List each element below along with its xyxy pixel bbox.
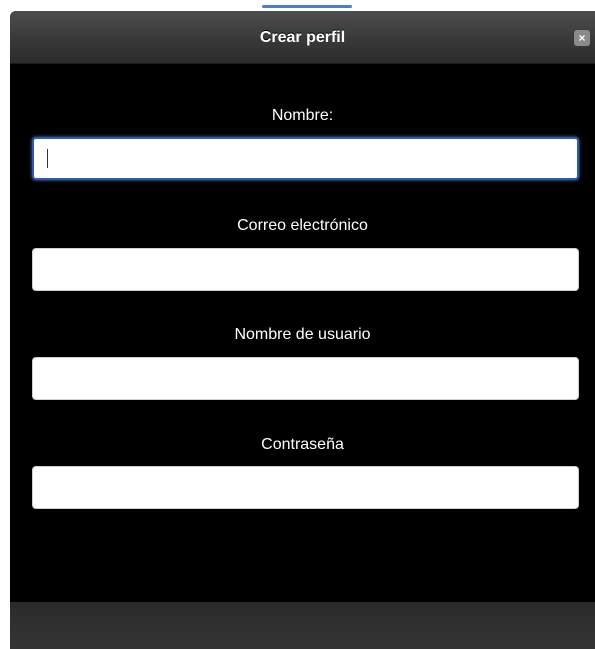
email-input[interactable] bbox=[32, 248, 579, 291]
username-input[interactable] bbox=[32, 357, 579, 400]
username-label: Nombre de usuario bbox=[234, 326, 371, 343]
create-profile-dialog: Crear perfil × Nombre: Correo electrónic… bbox=[10, 11, 595, 649]
name-input[interactable] bbox=[32, 137, 579, 180]
dialog-titlebar: Crear perfil × bbox=[10, 11, 595, 64]
email-label: Correo electrónico bbox=[237, 217, 368, 234]
password-label: Contraseña bbox=[261, 436, 344, 453]
close-icon[interactable]: × bbox=[574, 30, 590, 46]
dialog-title: Crear perfil bbox=[259, 29, 346, 46]
window-accent-bar bbox=[262, 5, 352, 8]
dialog-footer bbox=[10, 602, 595, 649]
password-input[interactable] bbox=[32, 466, 579, 509]
text-caret bbox=[47, 149, 48, 168]
name-label: Nombre: bbox=[271, 107, 334, 124]
